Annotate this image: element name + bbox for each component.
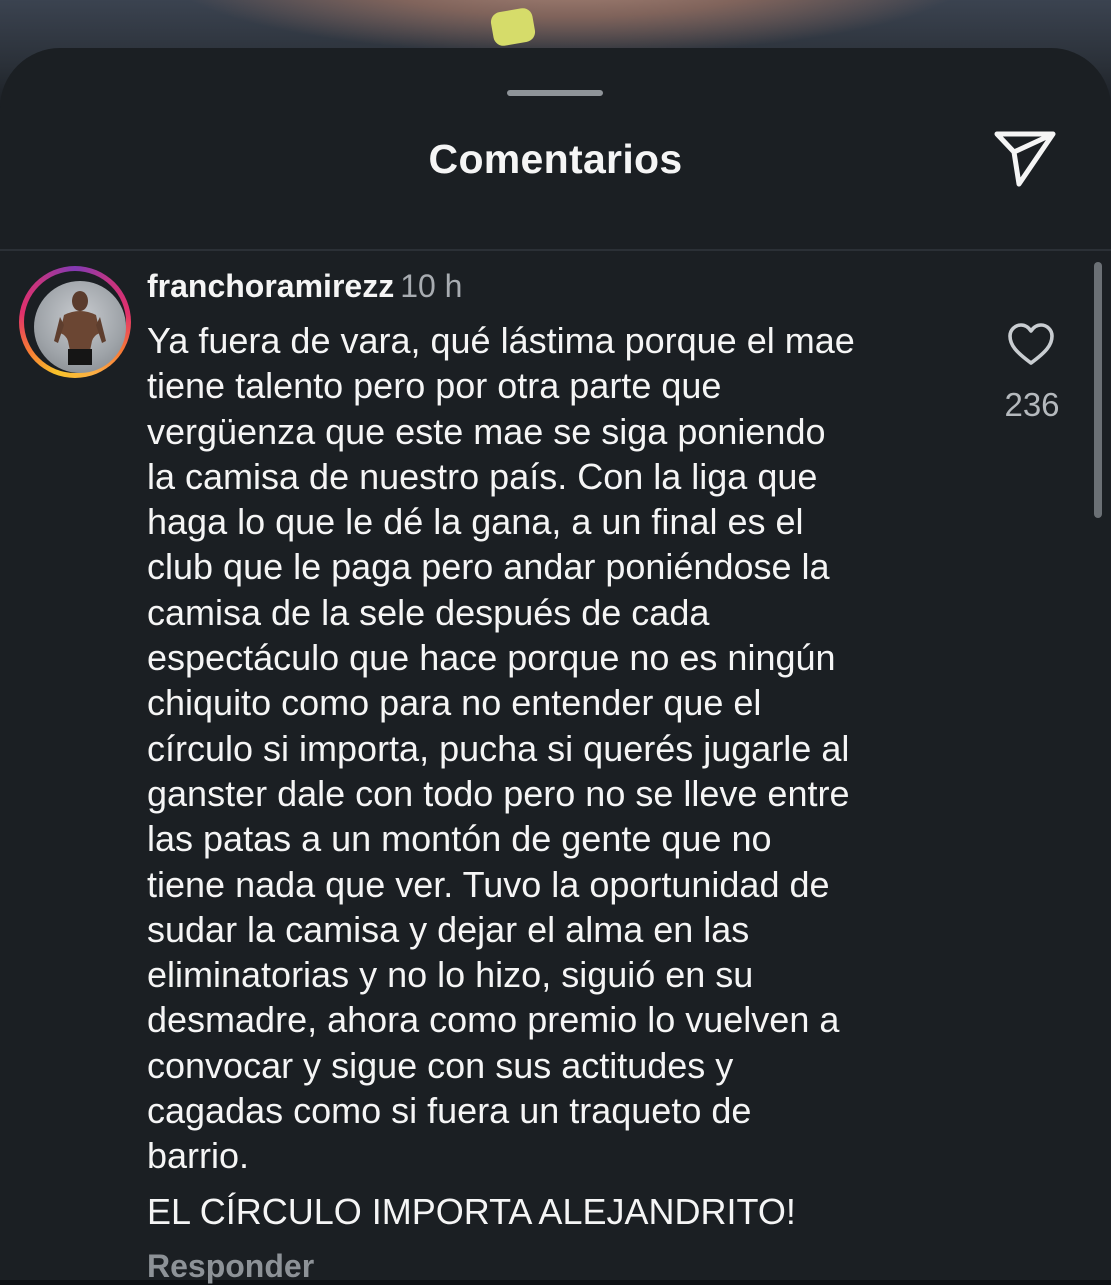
share-button[interactable] (992, 128, 1058, 190)
story-ring[interactable] (19, 266, 131, 378)
like-button[interactable] (1006, 321, 1056, 367)
sheet-drag-handle[interactable] (507, 90, 603, 96)
header-divider (0, 249, 1111, 251)
comment-username[interactable]: franchoramirezz (147, 268, 394, 304)
avatar-figure (54, 291, 106, 365)
post-image-figure (190, 0, 950, 50)
comment-text: Ya fuera de vara, qué lástima porque el … (147, 320, 855, 1177)
heart-outline-icon (1008, 323, 1054, 365)
like-count: 236 (1004, 386, 1060, 423)
reply-button[interactable]: Responder (147, 1248, 314, 1285)
scrollbar[interactable] (1094, 262, 1102, 518)
comment-header: franchoramirezz 10 h (147, 266, 462, 306)
sheet-title: Comentarios (428, 136, 683, 182)
comment-text-2: EL CÍRCULO IMPORTA ALEJANDRITO! (147, 1190, 796, 1232)
user-avatar[interactable] (34, 281, 126, 373)
paper-plane-icon (994, 131, 1056, 187)
comment-body: Ya fuera de vara, qué lástima porque el … (147, 318, 967, 1234)
comment-timestamp: 10 h (400, 268, 463, 304)
